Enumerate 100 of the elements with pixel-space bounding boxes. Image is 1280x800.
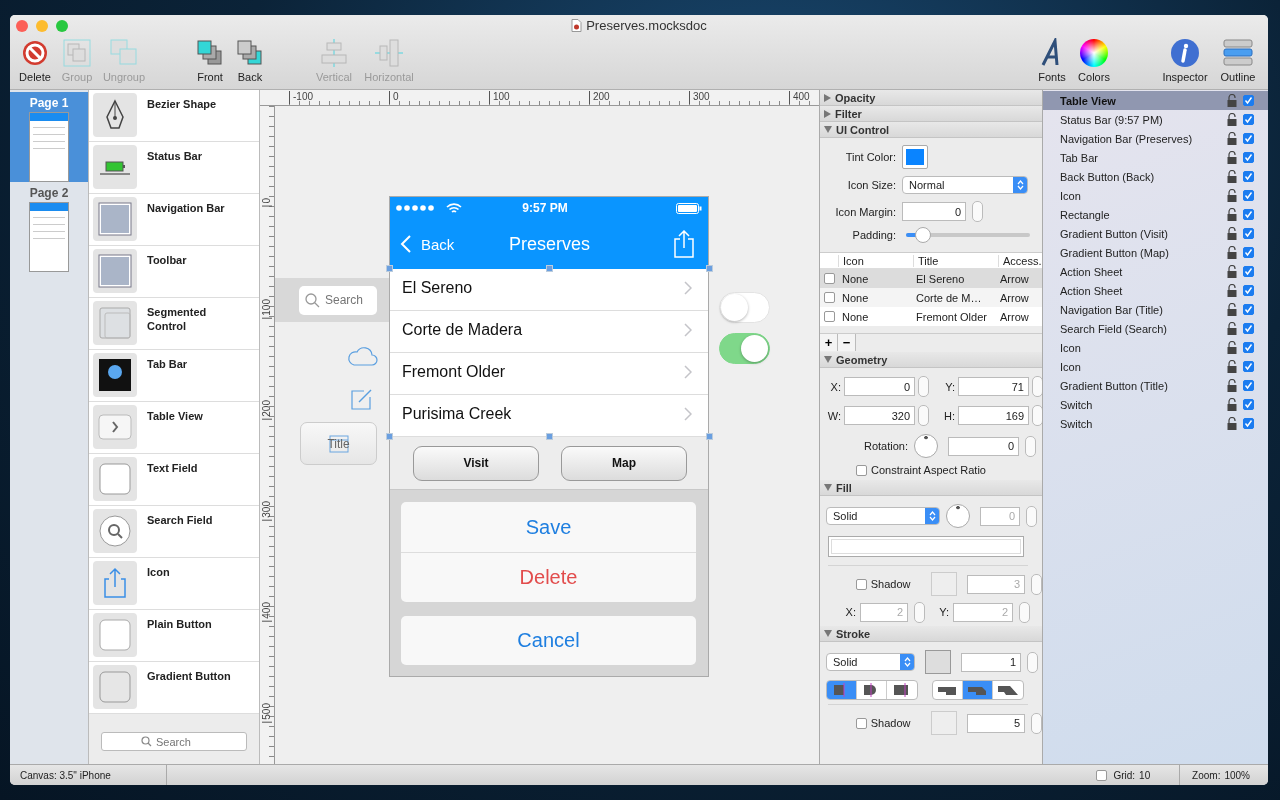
column-header[interactable]: Title — [913, 254, 998, 267]
lock-icon[interactable] — [1227, 208, 1237, 221]
checkbox[interactable] — [856, 717, 867, 729]
square-icon[interactable] — [93, 197, 137, 241]
line-cap-segment[interactable] — [827, 681, 857, 699]
cancel-button[interactable]: Cancel — [401, 616, 696, 665]
visibility-checkbox[interactable] — [1243, 247, 1254, 258]
library-item-label[interactable]: Icon — [147, 565, 247, 579]
library-item-label[interactable]: Gradient Button — [147, 669, 247, 683]
stepper[interactable] — [914, 601, 925, 623]
lock-icon[interactable] — [1227, 303, 1237, 316]
line-join-segment[interactable] — [963, 681, 993, 699]
selection-handle[interactable] — [706, 265, 713, 272]
outline-item[interactable]: Icon — [1043, 338, 1268, 357]
selection-handle[interactable] — [386, 265, 393, 272]
outline-item[interactable]: Status Bar (9:57 PM) — [1043, 110, 1268, 129]
lock-icon[interactable] — [1227, 227, 1237, 240]
visibility-checkbox[interactable] — [1243, 114, 1254, 125]
zoom-dropdown[interactable]: 100% — [1224, 769, 1260, 781]
toolbar-button[interactable]: Outline — [1213, 37, 1263, 85]
checkbox[interactable] — [856, 578, 867, 590]
stepper[interactable] — [1025, 435, 1036, 457]
outline-item[interactable]: Switch — [1043, 395, 1268, 414]
checkbox[interactable] — [1096, 769, 1108, 781]
selection-handle[interactable] — [386, 433, 393, 440]
toolbar-button[interactable]: Colors — [1072, 37, 1116, 85]
pen-icon[interactable] — [93, 93, 137, 137]
search-field[interactable]: Search — [101, 732, 247, 751]
table-row[interactable]: None El Sereno Arrow — [820, 269, 1042, 288]
library-item-label[interactable]: Status Bar — [147, 149, 247, 163]
dropdown[interactable]: Solid — [826, 507, 940, 525]
toggle-switch[interactable] — [719, 292, 770, 323]
lock-icon[interactable] — [1227, 360, 1237, 373]
close-button[interactable] — [16, 20, 28, 32]
visibility-checkbox[interactable] — [1243, 152, 1254, 163]
visibility-checkbox[interactable] — [1243, 304, 1254, 315]
rotation-dial[interactable] — [914, 434, 938, 458]
table-row[interactable]: Corte de Madera — [390, 311, 708, 353]
action-button[interactable]: Delete — [401, 552, 696, 602]
dropdown[interactable]: Solid — [826, 653, 915, 671]
lock-icon[interactable] — [1227, 151, 1237, 164]
number-field[interactable]: 0 — [844, 377, 915, 396]
outline-item[interactable]: Gradient Button (Title) — [1043, 376, 1268, 395]
lock-icon[interactable] — [1227, 341, 1237, 354]
number-field[interactable]: 71 — [958, 377, 1029, 396]
stepper[interactable] — [918, 376, 929, 397]
table-edit-button[interactable]: − — [838, 334, 856, 351]
lock-icon[interactable] — [1227, 417, 1237, 430]
visibility-checkbox[interactable] — [1243, 285, 1254, 296]
outline-item[interactable]: Icon — [1043, 186, 1268, 205]
visibility-checkbox[interactable] — [1243, 209, 1254, 220]
stepper[interactable] — [1031, 712, 1042, 734]
grid-dropdown[interactable]: 10 — [1139, 769, 1170, 781]
library-item-label[interactable]: Tab Bar — [147, 357, 247, 371]
visibility-checkbox[interactable] — [1243, 399, 1254, 410]
share-icon[interactable] — [674, 230, 694, 258]
outline-item[interactable]: Gradient Button (Map) — [1043, 243, 1268, 262]
visibility-checkbox[interactable] — [1243, 190, 1254, 201]
color-well[interactable] — [931, 711, 957, 735]
search-icon[interactable] — [93, 509, 137, 553]
visibility-checkbox[interactable] — [1243, 418, 1254, 429]
lock-icon[interactable] — [1227, 132, 1237, 145]
checkbox[interactable] — [823, 292, 835, 303]
angle-dial[interactable] — [946, 504, 970, 528]
library-item-label[interactable]: Segmented Control — [147, 305, 247, 333]
library-item-label[interactable]: Toolbar — [147, 253, 247, 267]
section-header[interactable]: Opacity — [820, 90, 1042, 106]
visibility-checkbox[interactable] — [1243, 361, 1254, 372]
search-field[interactable]: Search — [299, 285, 377, 315]
section-header[interactable]: Stroke — [820, 626, 1042, 642]
outline-item[interactable]: Icon — [1043, 357, 1268, 376]
number-field[interactable]: 0 — [948, 436, 1019, 456]
lock-icon[interactable] — [1227, 189, 1237, 202]
visibility-checkbox[interactable] — [1243, 228, 1254, 239]
checkbox[interactable] — [823, 311, 835, 322]
outline-item[interactable]: Back Button (Back) — [1043, 167, 1268, 186]
lock-icon[interactable] — [1227, 246, 1237, 259]
page-item[interactable]: Page 2 — [10, 182, 88, 272]
lock-icon[interactable] — [1227, 265, 1237, 278]
lock-icon[interactable] — [1227, 322, 1237, 335]
outline-item[interactable]: Gradient Button (Visit) — [1043, 224, 1268, 243]
library-item-label[interactable]: Text Field — [147, 461, 247, 475]
color-well[interactable] — [931, 572, 957, 596]
selection-handle[interactable] — [546, 433, 553, 440]
library-item-label[interactable]: Navigation Bar — [147, 201, 247, 215]
library-item-label[interactable]: Plain Button — [147, 617, 247, 631]
lock-icon[interactable] — [1227, 113, 1237, 126]
section-header[interactable]: Filter — [820, 106, 1042, 122]
section-header[interactable]: Fill — [820, 480, 1042, 496]
visibility-checkbox[interactable] — [1243, 133, 1254, 144]
share-icon[interactable] — [93, 561, 137, 605]
toolbar-button[interactable]: Front — [190, 37, 230, 85]
library-item-label[interactable]: Bezier Shape — [147, 97, 247, 111]
color-well[interactable] — [925, 650, 951, 674]
number-field[interactable]: 1 — [961, 652, 1021, 672]
stepper[interactable] — [972, 201, 983, 222]
library-item-label[interactable]: Search Field — [147, 513, 247, 527]
button-icon[interactable] — [93, 613, 137, 657]
battery-icon[interactable] — [93, 145, 137, 189]
visibility-checkbox[interactable] — [1243, 266, 1254, 277]
